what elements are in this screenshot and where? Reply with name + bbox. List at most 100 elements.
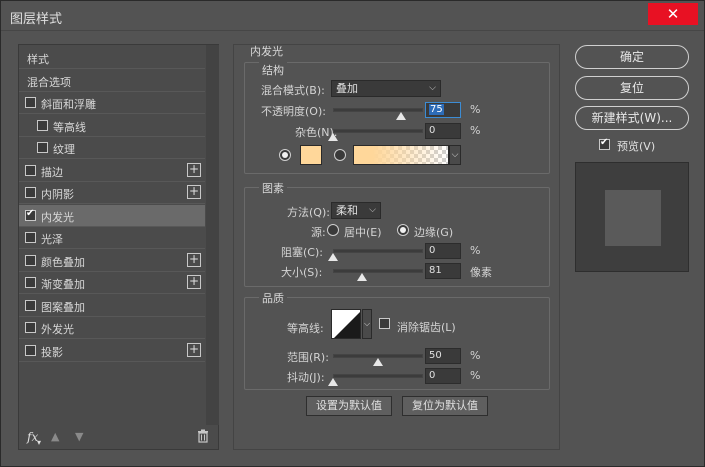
antialias-checkbox[interactable] [379,318,390,329]
style-item-checkbox[interactable] [25,208,36,221]
title-bar[interactable]: 图层样式 ✕ [1,1,704,31]
style-item-checkbox[interactable] [25,344,36,356]
arrow-down-icon[interactable]: ▼ [75,430,83,443]
size-slider[interactable] [333,269,423,273]
style-item-label: 样式 [27,53,49,66]
close-button[interactable]: ✕ [648,3,698,25]
window-title: 图层样式 [10,12,63,27]
style-item-label: 描边 [41,165,63,179]
contour-preview[interactable] [331,309,361,339]
size-slider-thumb[interactable] [356,273,367,281]
style-item-label: 混合选项 [27,75,71,89]
style-item-label: 光泽 [41,233,63,246]
style-list-item[interactable]: 投影 + [19,340,205,362]
solid-color-radio[interactable] [279,149,291,161]
preview-checkbox[interactable] [599,137,610,150]
style-list-footer: fx ▾ ▲ ▼ [19,427,218,449]
fx-dropdown-icon: ▾ [37,438,42,447]
style-list-item[interactable]: 颜色叠加 + [19,250,205,272]
reset-button[interactable]: 复位 [575,76,689,100]
noise-slider[interactable] [333,129,423,133]
reset-default-button[interactable]: 复位为默认值 [402,396,488,416]
style-list-item[interactable]: 混合选项 [19,70,205,92]
add-effect-icon[interactable]: + [187,275,201,289]
source-edge-radio[interactable] [397,224,409,236]
style-item-checkbox[interactable] [25,164,36,176]
style-list-item[interactable]: 纹理 [19,137,205,159]
opacity-value: 75 [429,104,444,115]
add-effect-icon[interactable]: + [187,342,201,357]
choke-slider-thumb[interactable] [328,253,338,261]
trash-icon[interactable] [197,429,209,443]
choke-label: 阻塞(C): [281,246,323,259]
style-item-label: 内发光 [41,210,74,224]
style-list-item[interactable]: 图案叠加 [19,295,205,317]
glow-color-swatch[interactable] [300,145,322,165]
gradient-dropdown-button[interactable]: ⌵ [449,145,461,165]
style-item-checkbox[interactable] [25,97,36,108]
style-item-checkbox[interactable] [37,142,48,153]
ok-button[interactable]: 确定 [575,45,689,69]
style-list-item[interactable]: 光泽 [19,227,205,249]
close-icon: ✕ [666,4,680,23]
range-slider-thumb[interactable] [373,358,383,366]
style-item-checkbox[interactable] [25,254,36,266]
add-effect-icon[interactable]: + [187,162,201,177]
chevron-down-icon: ⌵ [429,83,436,93]
jitter-value: 0 [429,370,436,381]
gradient-radio[interactable] [334,149,346,161]
style-list-scrollbar[interactable] [206,45,219,425]
make-default-button[interactable]: 设置为默认值 [306,396,392,416]
style-item-checkbox[interactable] [25,232,36,243]
style-list-item[interactable]: 渐变叠加 + [19,272,205,294]
source-edge-label[interactable]: 边缘(G) [414,224,453,240]
layer-style-dialog: 图层样式 ✕ 样式混合选项斜面和浮雕等高线纹理描边 + 内阴影 + 内发光光泽颜色叠加 +… [0,0,705,467]
opacity-slider-thumb[interactable] [395,112,406,120]
style-item-checkbox[interactable] [25,187,36,198]
style-list-item[interactable]: 描边 + [19,160,205,182]
choke-input[interactable]: 0 [425,243,461,259]
style-item-checkbox[interactable] [25,277,36,288]
jitter-slider[interactable] [333,374,423,378]
jitter-unit: % [470,369,481,382]
arrow-up-icon[interactable]: ▲ [51,430,59,443]
add-effect-icon[interactable]: + [187,252,201,267]
style-list-item[interactable]: 外发光 [19,317,205,339]
style-item-checkbox[interactable] [25,299,36,311]
add-effect-icon[interactable]: + [187,185,201,199]
jitter-slider-thumb[interactable] [328,378,338,386]
range-input[interactable]: 50 [425,348,461,364]
settings-panel: 内发光 结构 混合模式(B): 叠加 ⌵ 不透明度(O): 75 % 杂色(N)… [233,44,560,450]
noise-slider-thumb[interactable] [328,133,338,141]
jitter-input[interactable]: 0 [425,368,461,384]
blend-mode-select[interactable]: 叠加 ⌵ [331,80,441,97]
size-unit: 像素 [470,266,492,279]
range-value: 50 [429,350,442,361]
new-style-button[interactable]: 新建样式(W)... [575,106,689,130]
noise-value: 0 [429,125,436,136]
source-center-radio[interactable] [327,224,339,236]
noise-unit: % [470,124,481,137]
style-list-panel: 样式混合选项斜面和浮雕等高线纹理描边 + 内阴影 + 内发光光泽颜色叠加 + 渐变叠加 + 图案… [18,44,219,450]
gradient-picker[interactable] [353,145,449,165]
size-input[interactable]: 81 [425,263,461,279]
source-label: 源: [311,226,326,239]
choke-slider[interactable] [333,249,423,253]
style-item-checkbox[interactable] [25,322,36,333]
method-label: 方法(Q): [287,206,330,219]
style-list-item[interactable]: 内发光 [19,204,205,227]
method-select[interactable]: 柔和 ⌵ [331,202,381,219]
preview-label[interactable]: 预览(V) [617,138,655,154]
noise-input[interactable]: 0 [425,123,461,139]
source-center-label[interactable]: 居中(E) [344,224,382,240]
style-list-item[interactable]: 内阴影 + [19,182,205,204]
contour-dropdown-button[interactable]: ⌵ [362,309,372,339]
style-list-item[interactable]: 样式 [19,47,205,69]
style-list-item[interactable]: 等高线 [19,115,205,137]
antialias-label[interactable]: 消除锯齿(L) [397,319,456,335]
style-item-checkbox[interactable] [37,119,48,131]
style-list-item[interactable]: 斜面和浮雕 [19,92,205,114]
opacity-input[interactable]: 75 [425,102,461,118]
structure-title: 结构 [259,62,287,78]
opacity-slider[interactable] [333,108,423,112]
